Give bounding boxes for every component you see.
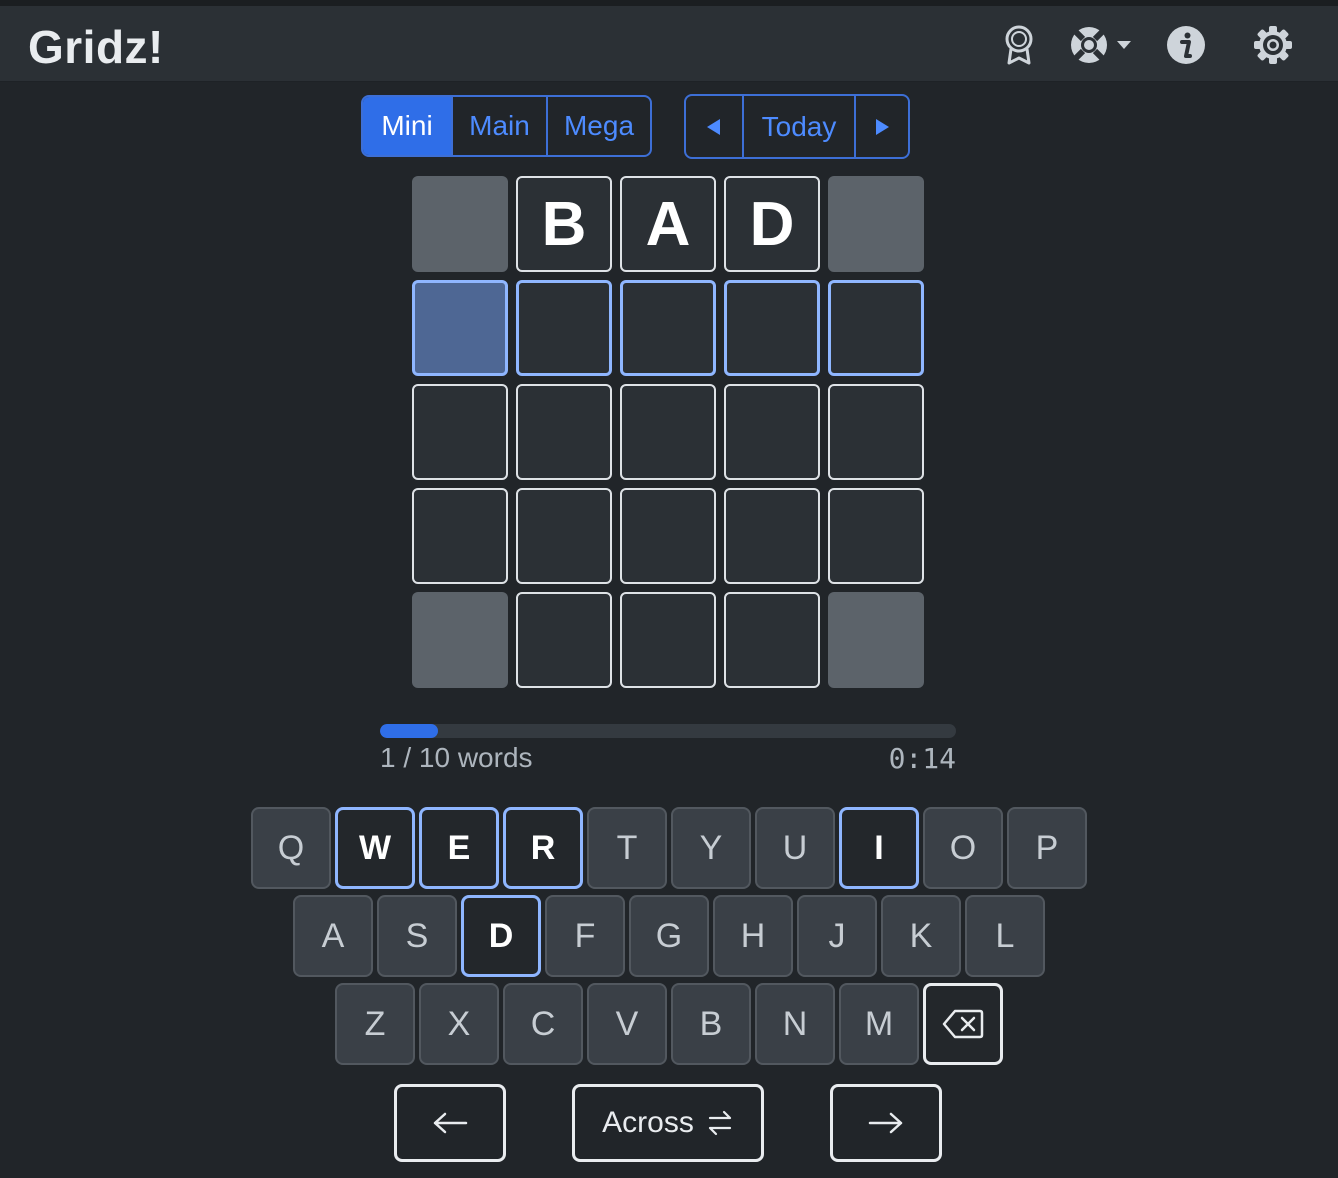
key-h[interactable]: H bbox=[713, 895, 793, 977]
award-icon[interactable] bbox=[1000, 24, 1038, 66]
grid-cell[interactable] bbox=[620, 280, 716, 376]
next-day-button[interactable] bbox=[854, 96, 908, 157]
grid-block-cell bbox=[412, 592, 508, 688]
direction-label: Across bbox=[602, 1106, 694, 1139]
mode-main-button[interactable]: Main bbox=[451, 97, 546, 155]
grid-cell[interactable] bbox=[620, 384, 716, 480]
date-navigator: Today bbox=[684, 94, 910, 159]
backspace-icon bbox=[942, 1009, 984, 1039]
caret-left-icon bbox=[707, 118, 720, 135]
navbar: Gridz! bbox=[0, 6, 1338, 82]
grid-cell[interactable] bbox=[620, 592, 716, 688]
key-i[interactable]: I bbox=[839, 807, 919, 889]
today-button[interactable]: Today bbox=[742, 96, 854, 157]
grid-cell[interactable]: B bbox=[516, 176, 612, 272]
key-a[interactable]: A bbox=[293, 895, 373, 977]
caret-right-icon bbox=[876, 118, 889, 135]
key-t[interactable]: T bbox=[587, 807, 667, 889]
grid-cell[interactable] bbox=[620, 488, 716, 584]
key-v[interactable]: V bbox=[587, 983, 667, 1065]
key-q[interactable]: Q bbox=[251, 807, 331, 889]
timer: 0:14 bbox=[888, 742, 956, 775]
key-n[interactable]: N bbox=[755, 983, 835, 1065]
grid-block-cell bbox=[412, 176, 508, 272]
key-b[interactable]: B bbox=[671, 983, 751, 1065]
grid-cell[interactable] bbox=[412, 488, 508, 584]
key-d[interactable]: D bbox=[461, 895, 541, 977]
key-x[interactable]: X bbox=[419, 983, 499, 1065]
key-c[interactable]: C bbox=[503, 983, 583, 1065]
grid-cell[interactable] bbox=[724, 592, 820, 688]
key-z[interactable]: Z bbox=[335, 983, 415, 1065]
grid-block-cell bbox=[828, 176, 924, 272]
app-title[interactable]: Gridz! bbox=[28, 20, 164, 74]
direction-toggle-button[interactable]: Across bbox=[572, 1084, 764, 1162]
gear-icon[interactable] bbox=[1250, 24, 1296, 66]
grid-cell[interactable] bbox=[828, 280, 924, 376]
progress-label: 1 / 10 words bbox=[380, 742, 533, 773]
lifebuoy-icon[interactable] bbox=[1068, 24, 1134, 66]
mode-selector: Mini Main Mega bbox=[361, 95, 652, 157]
backspace-key[interactable] bbox=[923, 983, 1003, 1065]
key-o[interactable]: O bbox=[923, 807, 1003, 889]
grid-cell[interactable] bbox=[724, 488, 820, 584]
key-s[interactable]: S bbox=[377, 895, 457, 977]
mode-mini-button[interactable]: Mini bbox=[363, 97, 451, 155]
progress-bar bbox=[380, 724, 956, 738]
grid-cell[interactable] bbox=[724, 280, 820, 376]
grid-cell[interactable] bbox=[412, 384, 508, 480]
grid-cell[interactable] bbox=[828, 488, 924, 584]
arrow-left-icon bbox=[433, 1112, 468, 1134]
grid-cell[interactable] bbox=[516, 280, 612, 376]
key-y[interactable]: Y bbox=[671, 807, 751, 889]
grid-cell[interactable]: A bbox=[620, 176, 716, 272]
key-j[interactable]: J bbox=[797, 895, 877, 977]
grid-cell[interactable]: D bbox=[724, 176, 820, 272]
prev-day-button[interactable] bbox=[686, 96, 742, 157]
prev-clue-button[interactable] bbox=[394, 1084, 506, 1162]
key-m[interactable]: M bbox=[839, 983, 919, 1065]
grid-cell[interactable] bbox=[828, 384, 924, 480]
key-r[interactable]: R bbox=[503, 807, 583, 889]
grid-cell[interactable] bbox=[516, 384, 612, 480]
grid-cell[interactable] bbox=[516, 488, 612, 584]
key-f[interactable]: F bbox=[545, 895, 625, 977]
crossword-grid: BAD bbox=[412, 176, 924, 688]
key-p[interactable]: P bbox=[1007, 807, 1087, 889]
swap-arrows-icon bbox=[708, 1110, 731, 1136]
key-g[interactable]: G bbox=[629, 895, 709, 977]
grid-cell[interactable] bbox=[516, 592, 612, 688]
progress-fill bbox=[380, 724, 438, 738]
key-e[interactable]: E bbox=[419, 807, 499, 889]
key-l[interactable]: L bbox=[965, 895, 1045, 977]
mode-mega-button[interactable]: Mega bbox=[546, 97, 650, 155]
key-u[interactable]: U bbox=[755, 807, 835, 889]
info-icon[interactable] bbox=[1164, 24, 1208, 66]
grid-cell[interactable] bbox=[412, 280, 508, 376]
key-w[interactable]: W bbox=[335, 807, 415, 889]
arrow-right-icon bbox=[868, 1112, 903, 1134]
grid-block-cell bbox=[828, 592, 924, 688]
next-clue-button[interactable] bbox=[830, 1084, 942, 1162]
grid-cell[interactable] bbox=[724, 384, 820, 480]
key-k[interactable]: K bbox=[881, 895, 961, 977]
